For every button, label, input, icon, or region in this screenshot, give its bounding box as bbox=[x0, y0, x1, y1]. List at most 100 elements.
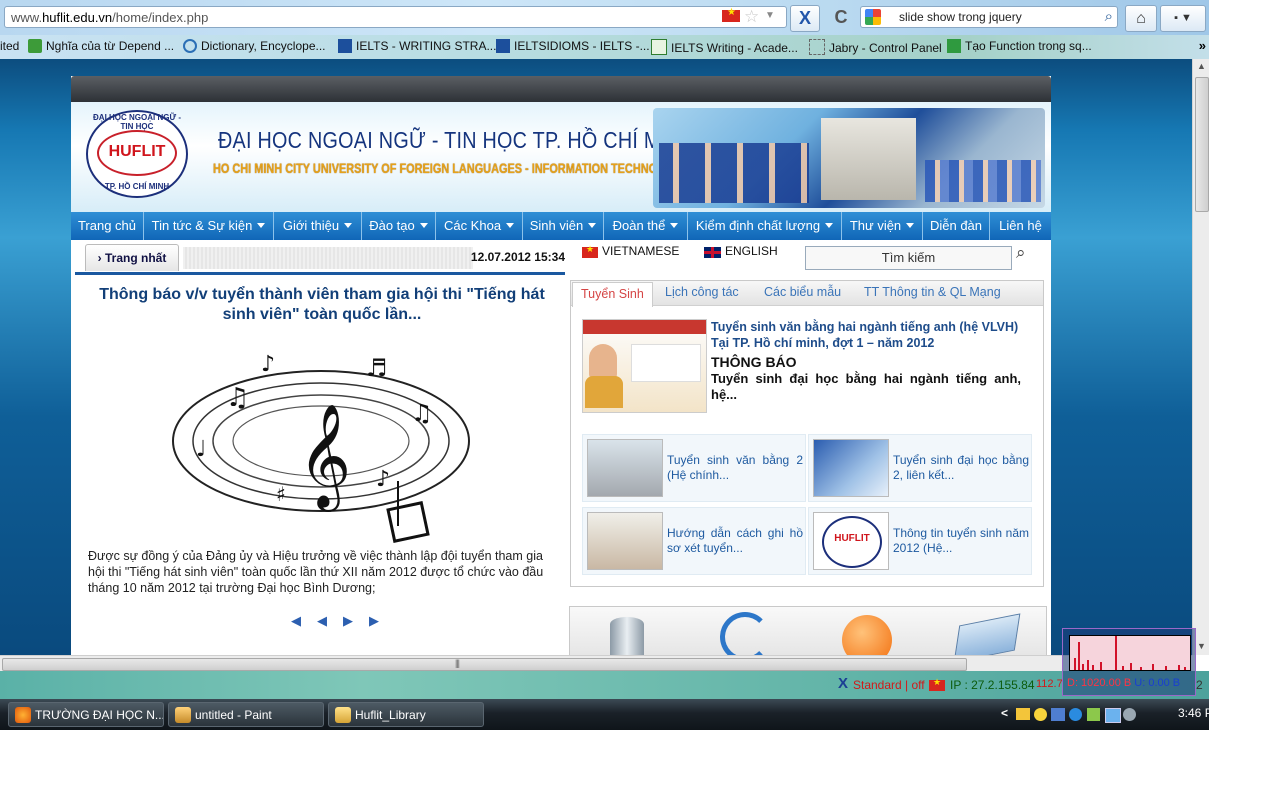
taskbar-item-folder[interactable]: Huflit_Library bbox=[328, 702, 484, 727]
list-item[interactable]: Tuyển sinh đại học bằng 2, liên kết... bbox=[808, 434, 1032, 502]
bookmark-label: Jabry - Control Panel bbox=[829, 41, 942, 55]
menu-label: Đào tạo bbox=[369, 218, 415, 233]
huflit-logo-thumbnail: HUFLIT bbox=[813, 512, 889, 570]
network-readout: D: 1020.00 B U: 0.00 B bbox=[1067, 677, 1180, 689]
menu-item-home[interactable]: Trang chủ bbox=[71, 212, 144, 240]
menu-item-quality[interactable]: Kiểm định chất lượng bbox=[688, 212, 842, 240]
taskbar: TRƯỜNG ĐẠI HỌC N... untitled - Paint Huf… bbox=[0, 699, 1209, 730]
tab-forms[interactable]: Các biểu mẫu bbox=[764, 281, 841, 305]
featured-title[interactable]: Tuyển sinh văn bằng hai ngành tiếng anh … bbox=[711, 319, 1031, 351]
home-button[interactable]: ⌂ bbox=[1125, 5, 1157, 32]
news-title[interactable]: Thông báo v/v tuyển thành viên tham gia … bbox=[91, 285, 553, 325]
url-bar[interactable]: www.huflit.edu.vn/home/index.php bbox=[4, 6, 787, 28]
menu-item-training[interactable]: Đào tạo bbox=[362, 212, 436, 240]
volume-icon[interactable] bbox=[1123, 708, 1136, 721]
next-arrow-icon[interactable]: ▶▶ bbox=[343, 613, 395, 628]
list-item[interactable]: Tuyển sinh văn bằng 2 (Hệ chính... bbox=[582, 434, 806, 502]
list-item-text: Tuyển sinh đại học bằng 2, liên kết... bbox=[893, 453, 1029, 482]
list-item-text: Hướng dẫn cách ghi hồ sơ xét tuyển... bbox=[667, 526, 803, 555]
menu-item-about[interactable]: Giới thiệu bbox=[274, 212, 362, 240]
menu-item-contact[interactable]: Liên hệ bbox=[990, 212, 1051, 240]
bookmark-item[interactable]: Jabry - Control Panel bbox=[809, 39, 942, 55]
google-icon[interactable] bbox=[865, 9, 881, 25]
bookmark-item[interactable]: IELTS - WRITING STRA... bbox=[338, 39, 496, 53]
tray-icon[interactable] bbox=[1016, 708, 1030, 720]
tray-icon[interactable] bbox=[1069, 708, 1082, 721]
bookmark-item[interactable]: Dictionary, Encyclope... bbox=[183, 39, 326, 53]
bookmark-label: IELTS Writing - Acade... bbox=[671, 41, 798, 55]
bookmark-item[interactable]: Nghĩa của từ Depend ... bbox=[28, 39, 174, 53]
status-standard[interactable]: Standard | off bbox=[853, 678, 925, 692]
list-item-text: Thông tin tuyển sinh năm 2012 (Hệ... bbox=[893, 526, 1029, 555]
scroll-up-icon[interactable]: ▲ bbox=[1197, 61, 1206, 71]
network-icon[interactable] bbox=[1105, 708, 1121, 723]
search-input[interactable]: slide show trong jquery ⌕ bbox=[860, 6, 1118, 28]
search-icon[interactable]: ⌕ bbox=[1105, 7, 1113, 27]
tab-admissions[interactable]: Tuyển Sinh bbox=[572, 282, 653, 307]
edit-icon[interactable] bbox=[953, 613, 1021, 655]
site-search-input[interactable]: Tìm kiếm bbox=[805, 246, 1012, 270]
network-meter-widget[interactable]: D: 1020.00 B U: 0.00 B bbox=[1062, 628, 1196, 696]
featured-thumbnail[interactable] bbox=[582, 319, 707, 413]
menu-item-students[interactable]: Sinh viên bbox=[523, 212, 604, 240]
quicklinks-bar bbox=[569, 606, 1047, 655]
menu-item-faculties[interactable]: Các Khoa bbox=[436, 212, 523, 240]
browser-status-bar: X Standard | off IP : 27.2.155.84 112.7 … bbox=[0, 671, 1209, 699]
menu-item-news[interactable]: Tin tức & Sự kiện bbox=[144, 212, 274, 240]
net-up: U: 0.00 B bbox=[1134, 677, 1181, 689]
prev-arrow-icon[interactable]: ◀◀ bbox=[291, 613, 343, 628]
chevron-down-icon bbox=[588, 223, 597, 228]
reload-button[interactable]: C bbox=[826, 5, 856, 30]
vertical-scrollbar[interactable]: ▲ ▼ bbox=[1192, 59, 1209, 655]
taskbar-item-paint[interactable]: untitled - Paint bbox=[168, 702, 324, 727]
news-tabbar: › Trang nhất 12.07.2012 15:34 bbox=[75, 244, 565, 275]
x-status-icon[interactable]: X bbox=[838, 675, 848, 692]
chevron-down-icon bbox=[506, 223, 515, 228]
firefox-icon bbox=[15, 707, 31, 723]
bookmark-item[interactable]: IELTSIDIOMS - IELTS -... bbox=[496, 39, 650, 53]
taskbar-item-firefox[interactable]: TRƯỜNG ĐẠI HỌC N... bbox=[8, 702, 164, 727]
list-item[interactable]: Hướng dẫn cách ghi hồ sơ xét tuyển... bbox=[582, 507, 806, 575]
bookmark-item[interactable]: ited bbox=[0, 39, 19, 53]
menu-item-forum[interactable]: Diễn đàn bbox=[923, 212, 990, 240]
dictionary-icon bbox=[183, 39, 197, 53]
horizontal-scrollbar[interactable]: ||| bbox=[0, 655, 1192, 672]
bookmarks-overflow-button[interactable]: » bbox=[1199, 38, 1206, 53]
menu-item-library[interactable]: Thư viện bbox=[842, 212, 923, 240]
huflit-logo[interactable]: ĐẠI HỌC NGOẠI NGỮ - TIN HỌC HUFLIT TP. H… bbox=[86, 110, 188, 198]
list-item-text: Tuyển sinh văn bằng 2 (Hệ chính... bbox=[667, 453, 803, 482]
bookmark-item[interactable]: Tạo Function trong sq... bbox=[947, 39, 1092, 53]
list-item[interactable]: HUFLIT Thông tin tuyển sinh năm 2012 (Hệ… bbox=[808, 507, 1032, 575]
url-dropdown-icon[interactable]: ▼ bbox=[765, 10, 775, 21]
search-icon[interactable]: ⌕ bbox=[1016, 243, 1026, 263]
sync-icon[interactable] bbox=[720, 612, 770, 655]
bookmark-label: IELTSIDIOMS - IELTS -... bbox=[514, 39, 650, 53]
database-icon[interactable] bbox=[610, 617, 644, 655]
bookmark-label: ited bbox=[0, 39, 20, 53]
main-menu: Trang chủ Tin tức & Sự kiện Giới thiệu Đ… bbox=[71, 212, 1051, 240]
rss-icon[interactable] bbox=[842, 615, 892, 655]
students-image bbox=[925, 160, 1041, 202]
tab-front-page[interactable]: › Trang nhất bbox=[85, 244, 179, 271]
status-ip: IP : 27.2.155.84 bbox=[950, 678, 1035, 692]
extension-button[interactable]: ▪ ▼ bbox=[1160, 5, 1206, 32]
status-extra: 112.7 bbox=[1036, 678, 1063, 690]
scroll-down-icon[interactable]: ▼ bbox=[1197, 641, 1206, 651]
chevron-down-icon bbox=[419, 223, 428, 228]
bookmark-star-icon[interactable]: ☆ bbox=[744, 7, 759, 27]
uk-flag-icon bbox=[704, 247, 721, 258]
menu-item-unions[interactable]: Đoàn thể bbox=[604, 212, 688, 240]
tray-icon[interactable] bbox=[1051, 708, 1065, 721]
tray-icon[interactable] bbox=[1034, 708, 1047, 721]
horizontal-scroll-thumb[interactable]: ||| bbox=[2, 658, 967, 671]
leaf-icon bbox=[28, 39, 42, 53]
tab-schedule[interactable]: Lịch công tác bbox=[665, 281, 739, 305]
site-header: ĐẠI HỌC NGOẠI NGỮ - TIN HỌC HUFLIT TP. H… bbox=[71, 102, 1051, 212]
vertical-scroll-thumb[interactable] bbox=[1195, 77, 1209, 212]
tab-it-center[interactable]: TT Thông tin & QL Mạng bbox=[864, 281, 1001, 305]
x-extension-button[interactable]: X bbox=[790, 5, 820, 32]
clock[interactable]: 3:46 PM bbox=[1178, 706, 1209, 720]
bookmark-item[interactable]: IELTS Writing - Acade... bbox=[651, 39, 798, 55]
tray-icon[interactable] bbox=[1087, 708, 1100, 721]
tray-expand-button[interactable]: < bbox=[1001, 706, 1008, 720]
